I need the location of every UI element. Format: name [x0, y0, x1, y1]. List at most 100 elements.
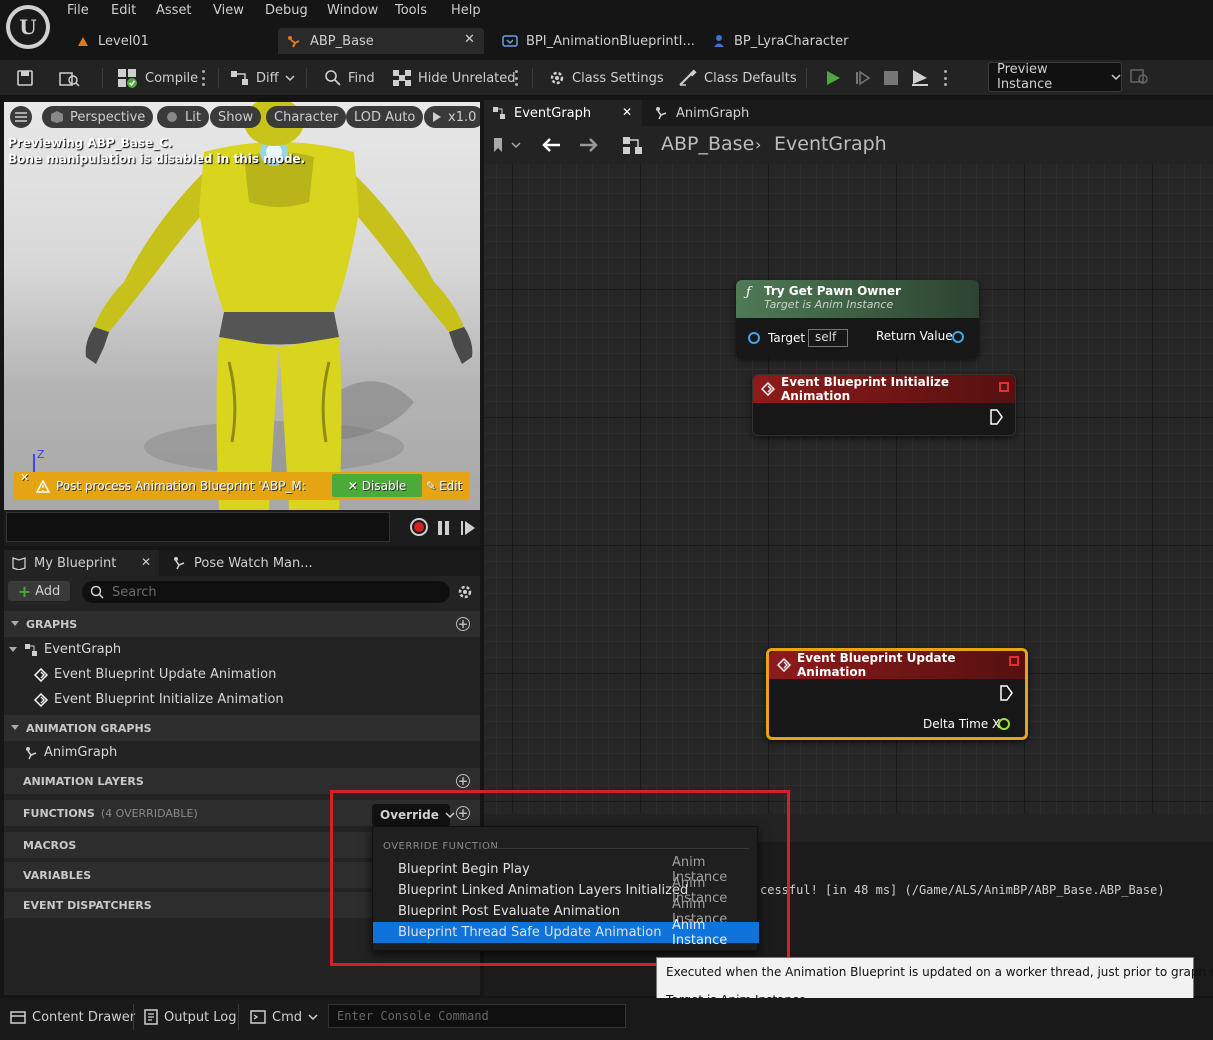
preview-instance-dropdown[interactable]: Preview Instance	[988, 62, 1122, 92]
output-log-button[interactable]: Output Log	[144, 1006, 237, 1028]
add-animation-layer-icon[interactable]: +	[456, 774, 470, 788]
find-button[interactable]: Find	[324, 66, 375, 90]
add-button[interactable]: + Add	[8, 581, 70, 601]
menu-asset[interactable]: Asset	[156, 3, 192, 21]
back-arrow-icon[interactable]	[540, 136, 562, 154]
eject-icon[interactable]	[910, 66, 930, 90]
class-defaults-button[interactable]: Class Defaults	[678, 66, 797, 90]
return-value-pin-icon[interactable]	[952, 331, 964, 343]
preview-viewport[interactable]: Z Perspective Lit Show Character LOD Aut…	[4, 102, 480, 510]
node-event-initialize-animation[interactable]: Event Blueprint Initialize Animation	[752, 374, 1016, 436]
tab-animgraph[interactable]: AnimGraph	[646, 100, 766, 126]
doc-tab-bpi[interactable]: BPI_AnimationBlueprintI...	[494, 28, 695, 54]
exec-out-pin-icon[interactable]	[999, 685, 1013, 701]
character-button[interactable]: Character	[266, 106, 347, 128]
debug-object-icon[interactable]	[1130, 68, 1150, 86]
event-icon	[34, 692, 48, 707]
bookmark-icon[interactable]	[492, 137, 522, 153]
search-input[interactable]: Search	[82, 581, 450, 603]
play-options-button[interactable]	[944, 66, 947, 90]
lod-button[interactable]: LOD Auto	[346, 106, 424, 128]
graph-icon	[622, 136, 644, 156]
edit-button[interactable]: ✎ Edit	[426, 474, 466, 497]
tree-item-event-update[interactable]: Event Blueprint Update Animation	[34, 667, 276, 682]
gear-icon[interactable]	[456, 583, 474, 601]
unreal-logo-icon[interactable]: U	[6, 5, 50, 49]
playback-speed-button[interactable]: x1.0	[424, 106, 480, 128]
tree-item-event-initialize[interactable]: Event Blueprint Initialize Animation	[34, 692, 284, 707]
timeline-scrubber[interactable]	[6, 512, 390, 542]
forward-arrow-icon[interactable]	[578, 136, 600, 154]
plus-icon: +	[17, 581, 32, 601]
animgraph-icon	[24, 746, 38, 760]
delta-time-pin-icon[interactable]	[998, 718, 1010, 730]
breadcrumb-abp-base[interactable]: ABP_Base	[661, 133, 754, 155]
close-tab-icon[interactable]: ✕	[622, 105, 632, 119]
save-icon[interactable]	[16, 66, 34, 90]
tree-item-animgraph[interactable]: AnimGraph	[24, 745, 117, 760]
lit-icon	[165, 110, 179, 124]
menu-window[interactable]: Window	[327, 3, 378, 21]
variables-header: VARIABLES	[23, 868, 92, 882]
close-tab-icon[interactable]: ✕	[464, 32, 475, 47]
animation-graphs-category[interactable]: ANIMATION GRAPHS	[4, 715, 480, 741]
target-pin-icon[interactable]	[748, 332, 760, 344]
add-graph-icon[interactable]: +	[456, 617, 470, 631]
menu-edit[interactable]: Edit	[111, 3, 136, 21]
menu-debug[interactable]: Debug	[265, 3, 308, 21]
tab-my-blueprint[interactable]: My Blueprint ✕	[4, 550, 159, 576]
doc-tab-abp-base[interactable]: ABP_Base ✕	[278, 28, 484, 54]
console-command-input[interactable]: Enter Console Command	[328, 1004, 626, 1028]
search-placeholder: Search	[112, 584, 157, 600]
delegate-pin-icon[interactable]	[1009, 656, 1019, 666]
animation-graphs-header: ANIMATION GRAPHS	[26, 721, 152, 735]
frame-step-icon[interactable]	[854, 66, 872, 90]
event-graph-canvas[interactable]: Try Get Pawn Owner Target is Anim Instan…	[484, 164, 1213, 814]
level-icon	[76, 34, 90, 48]
exec-out-pin-icon[interactable]	[989, 409, 1003, 425]
target-self-field[interactable]: self	[808, 329, 848, 347]
tree-item-eventgraph[interactable]: EventGraph	[8, 642, 121, 657]
cmd-dropdown[interactable]: Cmd	[250, 1006, 318, 1028]
graphs-category[interactable]: GRAPHS +	[4, 611, 480, 637]
breadcrumb-eventgraph[interactable]: EventGraph	[774, 133, 887, 155]
close-tab-icon[interactable]: ✕	[141, 555, 151, 569]
compile-button[interactable]: Compile	[117, 66, 198, 90]
lod-label: LOD Auto	[354, 109, 416, 125]
node-event-update-animation[interactable]: Event Blueprint Update Animation Delta T…	[766, 648, 1028, 740]
graphs-header: GRAPHS	[26, 617, 78, 631]
lit-button[interactable]: Lit	[157, 106, 209, 128]
cmd-label: Cmd	[272, 1009, 302, 1025]
pause-icon[interactable]	[437, 520, 451, 536]
step-forward-icon[interactable]	[460, 520, 476, 536]
hide-unrelated-options-button[interactable]	[515, 66, 518, 90]
hide-unrelated-button[interactable]: Hide Unrelated	[392, 66, 516, 90]
diff-button[interactable]: Diff	[230, 66, 295, 90]
browse-asset-icon[interactable]	[58, 66, 80, 90]
show-button[interactable]: Show	[210, 106, 262, 128]
class-settings-button[interactable]: Class Settings	[548, 66, 664, 90]
menu-file[interactable]: File	[67, 3, 89, 21]
warning-icon	[36, 479, 50, 493]
tab-pose-watch-manager[interactable]: Pose Watch Man...	[164, 550, 314, 576]
viewport-menu-icon[interactable]	[10, 106, 32, 128]
close-icon[interactable]: ✕	[20, 471, 29, 484]
doc-tab-bp-lyracharacter[interactable]: BP_LyraCharacter	[704, 28, 904, 54]
menu-view[interactable]: View	[213, 3, 244, 21]
disable-button[interactable]: ✕ Disable	[332, 474, 422, 497]
compile-options-button[interactable]	[202, 66, 205, 90]
chevron-down-icon	[10, 724, 20, 732]
delegate-pin-icon[interactable]	[999, 382, 1009, 392]
doc-tab-level01[interactable]: Level01	[68, 28, 268, 54]
stop-icon[interactable]	[882, 66, 900, 90]
menu-help[interactable]: Help	[451, 3, 481, 21]
content-drawer-button[interactable]: Content Drawer	[10, 1006, 135, 1028]
menu-tools[interactable]: Tools	[395, 3, 427, 21]
play-icon[interactable]	[824, 66, 842, 90]
show-label: Show	[218, 109, 254, 125]
interface-icon	[502, 34, 518, 48]
record-icon[interactable]	[410, 518, 428, 536]
node-try-get-pawn-owner[interactable]: Try Get Pawn Owner Target is Anim Instan…	[736, 280, 979, 358]
perspective-button[interactable]: Perspective	[42, 106, 154, 128]
tab-eventgraph[interactable]: EventGraph ✕	[484, 100, 642, 126]
